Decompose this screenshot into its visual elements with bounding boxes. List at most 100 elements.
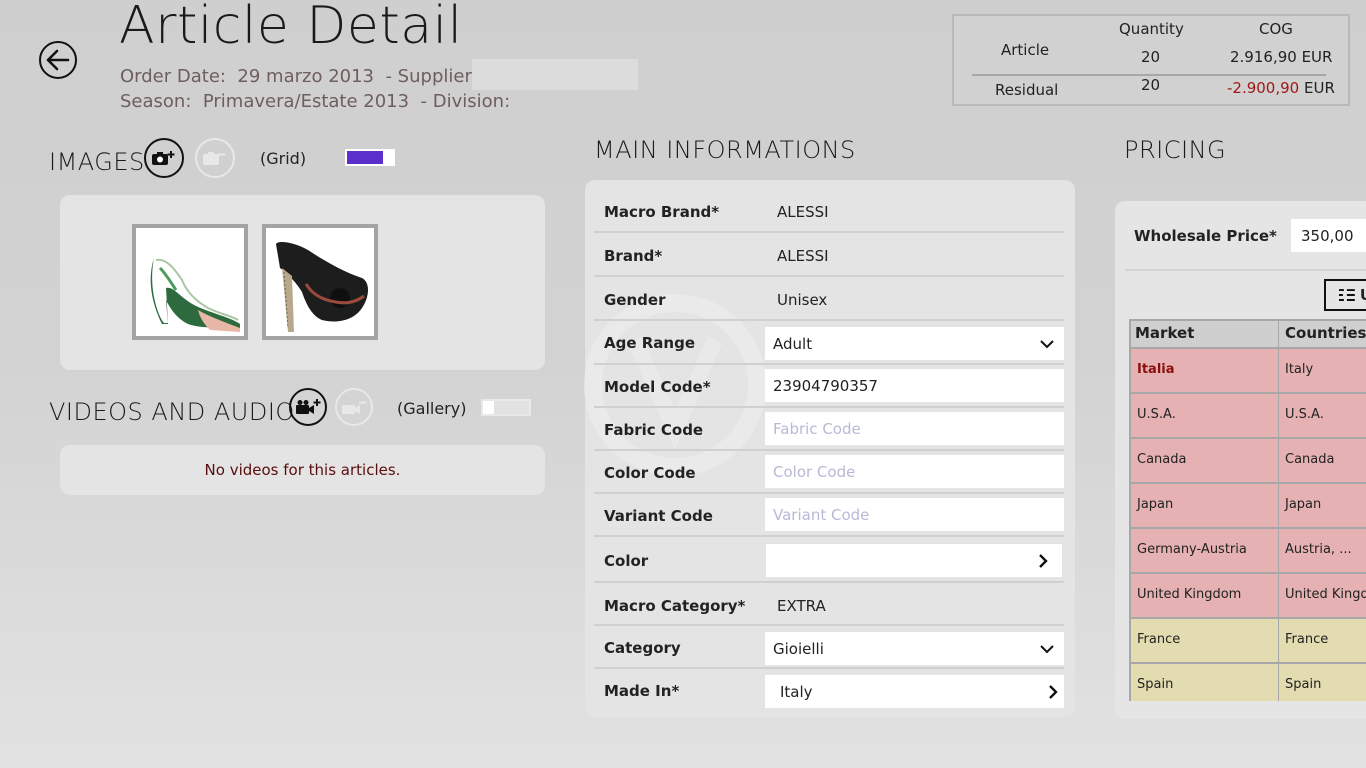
macro-brand-value: ALESSI — [777, 203, 829, 221]
toggle-fill — [347, 151, 383, 164]
chevron-right-icon — [1049, 685, 1058, 699]
video-plus-icon — [296, 399, 321, 414]
black-pump-image — [266, 228, 374, 336]
field-row-fabric-code: Fabric Code Fabric Code — [594, 409, 1064, 451]
model-code-input[interactable]: 23904790357 — [765, 369, 1064, 402]
variant-code-label: Variant Code — [604, 507, 713, 525]
wholesale-price-label: Wholesale Price* — [1134, 227, 1277, 245]
toggle-thumb — [483, 401, 494, 414]
season-value: Primavera/Estate 2013 — [202, 91, 410, 112]
image-thumbnail[interactable] — [132, 224, 248, 340]
category-label: Category — [604, 639, 681, 657]
summary-residual-quantity: 20 — [1141, 76, 1161, 94]
order-date-label: Order Date: — [120, 66, 226, 87]
wholesale-price-input[interactable]: 350,00 — [1291, 219, 1366, 252]
chevron-down-icon — [1040, 340, 1054, 349]
variant-code-input[interactable]: Variant Code — [765, 498, 1064, 531]
age-range-select[interactable]: Adult — [765, 327, 1064, 360]
chevron-right-icon — [1039, 554, 1048, 568]
gender-value: Unisex — [777, 291, 828, 309]
table-cell-market[interactable]: Italia — [1129, 349, 1280, 394]
chevron-down-icon — [1040, 645, 1054, 654]
videos-title: VIDEOS AND AUDIO — [49, 398, 295, 426]
green-shoe-image — [136, 228, 244, 336]
summary-article-cog: 2.916,90 EUR — [1230, 48, 1332, 66]
table-cell-market[interactable]: Japan — [1129, 484, 1280, 529]
table-cell-market[interactable]: France — [1129, 619, 1280, 664]
table-cell-countries[interactable]: Italy — [1279, 349, 1366, 394]
videos-view-label: (Gallery) — [397, 399, 467, 418]
images-view-toggle[interactable] — [345, 149, 395, 166]
field-row-model-code: Model Code* 23904790357 — [594, 366, 1064, 408]
video-minus-icon — [342, 401, 367, 414]
table-cell-countries[interactable]: Japan — [1279, 484, 1366, 529]
division-label: - Division: — [420, 91, 511, 112]
table-cell-countries[interactable]: United Kingd — [1279, 574, 1366, 619]
color-label: Color — [604, 552, 649, 570]
supplier-value — [472, 59, 638, 90]
table-cell-market[interactable]: Germany-Austria — [1129, 529, 1280, 574]
summary-col-quantity: Quantity — [1119, 20, 1184, 38]
color-picker[interactable] — [766, 544, 1062, 577]
model-code-label: Model Code* — [604, 378, 711, 396]
pricing-title: PRICING — [1124, 136, 1227, 164]
made-in-picker[interactable]: Italy — [765, 675, 1064, 708]
field-row-macro-category: Macro Category* EXTRA — [594, 584, 1064, 626]
camera-minus-icon — [203, 152, 226, 165]
remove-video-button[interactable] — [335, 388, 373, 426]
category-select[interactable]: Gioielli — [765, 632, 1064, 665]
table-cell-countries[interactable]: U.S.A. — [1279, 394, 1366, 439]
market-table: Market Countries Italia Italy U.S.A. U.S… — [1129, 319, 1366, 701]
table-cell-countries[interactable]: Spain — [1279, 664, 1366, 701]
macro-category-label: Macro Category* — [604, 597, 746, 615]
made-in-label: Made In* — [604, 682, 680, 700]
residual-cog-currency: EUR — [1304, 79, 1335, 97]
table-cell-market[interactable]: U.S.A. — [1129, 394, 1280, 439]
season-meta: Season: Primavera/Estate 2013 - Division… — [120, 91, 510, 112]
field-row-brand: Brand* ALESSI — [594, 235, 1064, 277]
summary-article-quantity: 20 — [1141, 48, 1161, 66]
pricing-action-button[interactable]: U — [1324, 279, 1366, 311]
season-label: Season: — [120, 91, 192, 112]
field-row-color: Color — [594, 538, 1064, 583]
color-code-input[interactable]: Color Code — [765, 455, 1064, 488]
fabric-code-input[interactable]: Fabric Code — [765, 412, 1064, 445]
main-info-title: MAIN INFORMATIONS — [594, 136, 856, 164]
category-value: Gioielli — [773, 640, 824, 658]
images-title: IMAGES — [49, 148, 145, 176]
list-edit-icon — [1338, 289, 1355, 301]
summary-col-cog: COG — [1259, 20, 1293, 38]
summary-article-label: Article — [1001, 41, 1050, 59]
page-title: Article Detail — [119, 0, 463, 56]
back-button[interactable] — [39, 41, 77, 79]
fabric-code-label: Fabric Code — [604, 421, 704, 439]
summary-residual-label: Residual — [995, 81, 1059, 99]
gender-label: Gender — [604, 291, 666, 309]
field-row-macro-brand: Macro Brand* ALESSI — [594, 191, 1064, 233]
arrow-left-icon — [46, 49, 70, 71]
article-cog-value: 2.916,90 — [1230, 48, 1297, 66]
pricing-divider — [1125, 269, 1366, 271]
image-thumbnail[interactable] — [262, 224, 378, 340]
table-cell-countries[interactable]: Canada — [1279, 439, 1366, 484]
macro-brand-label: Macro Brand* — [604, 203, 720, 221]
field-row-gender: Gender Unisex — [594, 279, 1064, 321]
table-cell-countries[interactable]: France — [1279, 619, 1366, 664]
table-cell-market[interactable]: United Kingdom — [1129, 574, 1280, 619]
macro-category-value: EXTRA — [777, 597, 826, 615]
brand-value: ALESSI — [777, 247, 829, 265]
table-cell-market[interactable]: Spain — [1129, 664, 1280, 701]
table-cell-market[interactable]: Canada — [1129, 439, 1280, 484]
field-row-category: Category Gioielli — [594, 627, 1064, 669]
remove-photo-button[interactable] — [195, 138, 235, 178]
table-cell-countries[interactable]: Austria, ... — [1279, 529, 1366, 574]
add-photo-button[interactable] — [144, 138, 184, 178]
age-range-value: Adult — [773, 335, 813, 353]
residual-cog-value: -2.900,90 — [1227, 79, 1300, 97]
color-code-label: Color Code — [604, 464, 696, 482]
age-range-label: Age Range — [604, 334, 696, 352]
no-videos-message: No videos for this articles. — [204, 461, 401, 479]
videos-view-toggle[interactable] — [481, 399, 531, 416]
field-row-made-in: Made In* Italy — [594, 670, 1064, 712]
add-video-button[interactable] — [289, 388, 327, 426]
